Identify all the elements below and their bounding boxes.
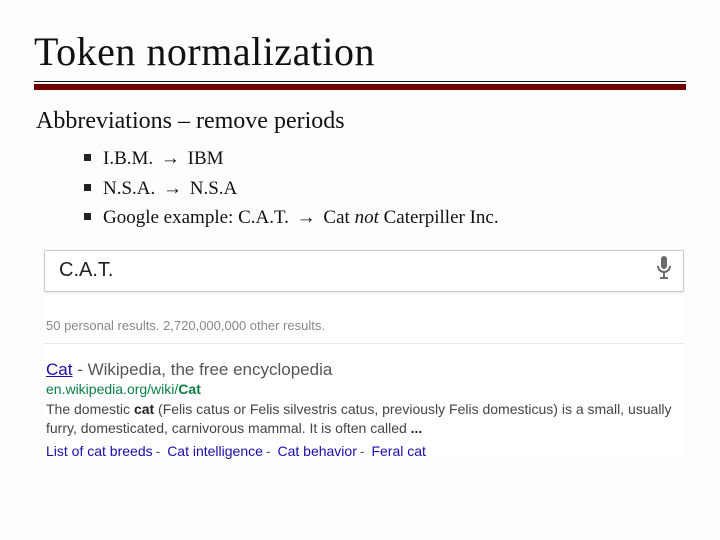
mic-icon[interactable] xyxy=(655,255,673,286)
abbrev-dst: N.S.A xyxy=(190,178,238,199)
result-title-link[interactable]: Cat xyxy=(46,360,72,379)
result-url-bold: Cat xyxy=(178,381,201,397)
search-input[interactable]: C.A.T. xyxy=(59,259,655,282)
result-title: Cat - Wikipedia, the free encyclopedia xyxy=(46,360,684,380)
example-ital: not xyxy=(355,207,379,228)
sublink[interactable]: Feral cat xyxy=(371,443,425,459)
result-stats: 50 personal results. 2,720,000,000 other… xyxy=(46,318,684,333)
result-url: en.wikipedia.org/wiki/Cat xyxy=(46,381,684,397)
slide: Token normalization Abbreviations – remo… xyxy=(0,0,720,540)
list-item: Google example: C.A.T. → Cat not Caterpi… xyxy=(84,204,686,232)
list-item: I.B.M. → IBM xyxy=(84,145,686,173)
result-title-rest: - Wikipedia, the free encyclopedia xyxy=(72,360,332,379)
result-url-pre: en.wikipedia.org/wiki/ xyxy=(46,381,178,397)
arrow-icon: → xyxy=(160,178,185,199)
sublink[interactable]: Cat intelligence xyxy=(167,443,263,459)
bullet-list: I.B.M. → IBM N.S.A. → N.S.A Google examp… xyxy=(84,145,686,232)
divider xyxy=(44,343,684,344)
search-screenshot: C.A.T. 50 personal results. 2,720,000,00… xyxy=(44,250,684,460)
result-snippet: The domestic cat (Felis catus or Felis s… xyxy=(46,400,682,438)
abbrev-src: N.S.A. xyxy=(103,178,155,199)
example-end: Caterpiller Inc. xyxy=(384,207,499,228)
arrow-icon: → xyxy=(294,207,319,228)
bullet-icon xyxy=(84,154,91,161)
sublink[interactable]: Cat behavior xyxy=(277,443,356,459)
list-item: N.S.A. → N.S.A xyxy=(84,175,686,203)
rule-thin xyxy=(34,81,686,82)
slide-title: Token normalization xyxy=(34,28,686,75)
subheading: Abbreviations – remove periods xyxy=(36,108,686,135)
example-mid: Cat xyxy=(323,207,349,228)
bullet-icon xyxy=(84,213,91,220)
rule-thick xyxy=(34,84,686,90)
sublink[interactable]: List of cat breeds xyxy=(46,443,153,459)
search-bar[interactable]: C.A.T. xyxy=(44,250,684,292)
result-sublinks: List of cat breeds- Cat intelligence- Ca… xyxy=(46,443,684,459)
abbrev-src: I.B.M. xyxy=(103,148,153,169)
arrow-icon: → xyxy=(158,148,183,169)
example-prefix: Google example: C.A.T. xyxy=(103,207,289,228)
abbrev-dst: IBM xyxy=(188,148,224,169)
bullet-icon xyxy=(84,184,91,191)
